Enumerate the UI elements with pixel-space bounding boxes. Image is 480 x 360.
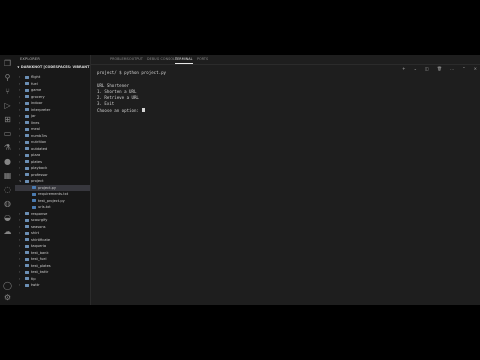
chevron-up-icon[interactable]: ⌃ bbox=[462, 64, 465, 73]
plus-icon[interactable]: + bbox=[402, 64, 405, 73]
folder-icon bbox=[25, 134, 29, 138]
folder-icon bbox=[25, 88, 29, 92]
close-icon[interactable]: × bbox=[474, 64, 477, 73]
folder-icon bbox=[25, 257, 29, 261]
tab-terminal[interactable]: TERMINAL bbox=[175, 55, 193, 64]
source-control-icon[interactable]: ⑂ bbox=[3, 87, 12, 96]
terminal-line: project/ $ python project.py bbox=[97, 70, 167, 75]
folder-icon bbox=[25, 101, 29, 105]
ducky-icon[interactable]: ◒ bbox=[3, 213, 12, 222]
files-icon[interactable]: ❐ bbox=[3, 59, 12, 68]
folder-icon bbox=[25, 277, 29, 281]
folder-icon bbox=[25, 225, 29, 229]
folder-icon bbox=[25, 179, 29, 183]
folder-icon bbox=[25, 238, 29, 242]
folder-icon bbox=[25, 231, 29, 235]
file-icon bbox=[32, 186, 36, 190]
folder-icon bbox=[25, 121, 29, 125]
folder-icon bbox=[25, 270, 29, 274]
folder-icon bbox=[25, 114, 29, 118]
chat-icon[interactable]: ◌ bbox=[3, 185, 12, 194]
folder-icon bbox=[25, 75, 29, 79]
folder-icon bbox=[25, 244, 29, 248]
docker-icon[interactable]: ▦ bbox=[3, 171, 12, 180]
folder-icon bbox=[25, 95, 29, 99]
account-icon[interactable]: ◯ bbox=[3, 281, 12, 290]
chevron-down-icon[interactable]: ⌄ bbox=[414, 64, 417, 73]
terminal-line: Choose an option: bbox=[97, 107, 166, 114]
trash-icon[interactable]: 🗑 bbox=[437, 64, 442, 73]
folder-icon bbox=[25, 218, 29, 222]
folder-icon bbox=[25, 108, 29, 112]
ellipsis-icon[interactable]: … bbox=[450, 64, 454, 73]
file-tree: › flight › fuel › game › grocery › indoor › interpr… bbox=[15, 74, 90, 289]
folder-icon bbox=[25, 140, 29, 144]
workspace-header[interactable]: ∨ DARKKNOT [CODESPACES: VIBRANT M... bbox=[15, 64, 90, 71]
folder-icon bbox=[25, 147, 29, 151]
folder-icon bbox=[25, 160, 29, 164]
ide-window: ❐ ⚲ ⑂ ▷ ⊞ ▭ ⚗ ● ▦ ◌ ◍ ◒ ☁ ◯ ⚙ EXPLORER ∨… bbox=[0, 55, 480, 305]
run-debug-icon[interactable]: ▷ bbox=[3, 101, 12, 110]
cloud-icon[interactable]: ☁ bbox=[3, 227, 12, 236]
split-icon[interactable]: ◫ bbox=[425, 64, 429, 73]
folder-icon bbox=[25, 82, 29, 86]
folder-icon bbox=[25, 127, 29, 131]
folder-icon bbox=[25, 264, 29, 268]
extensions-icon[interactable]: ⊞ bbox=[3, 115, 12, 124]
gear-icon[interactable]: ⚙ bbox=[3, 293, 12, 302]
github-icon[interactable]: ● bbox=[3, 157, 12, 166]
explorer-title: EXPLORER bbox=[20, 57, 40, 61]
panel-actions: + ⌄ ◫ 🗑 … ⌃ × bbox=[399, 55, 477, 71]
chevron-right-icon: › bbox=[19, 283, 21, 287]
tab-output[interactable]: OUTPUT bbox=[129, 55, 143, 64]
file-icon bbox=[32, 192, 36, 196]
activity-bar: ❐ ⚲ ⑂ ▷ ⊞ ▭ ⚗ ● ▦ ◌ ◍ ◒ ☁ ◯ ⚙ bbox=[0, 55, 16, 305]
file-icon bbox=[32, 205, 36, 209]
folder-icon bbox=[25, 166, 29, 170]
tab-ports[interactable]: PORTS bbox=[197, 55, 208, 64]
folder-icon bbox=[25, 212, 29, 216]
copilot-icon[interactable]: ◍ bbox=[3, 199, 12, 208]
tree-item-label: twttr bbox=[31, 283, 40, 287]
remote-explorer-icon[interactable]: ▭ bbox=[3, 129, 12, 138]
panel-area: PROBLEMS OUTPUT DEBUG CONSOLE TERMINAL P… bbox=[91, 55, 480, 305]
terminal-cursor bbox=[142, 107, 145, 113]
tree-folder[interactable]: › twttr bbox=[15, 282, 90, 289]
folder-icon bbox=[25, 251, 29, 255]
tab-debug-console[interactable]: DEBUG CONSOLE bbox=[147, 55, 177, 64]
terminal-output[interactable]: project/ $ python project.py URL Shortene… bbox=[97, 70, 166, 114]
file-icon bbox=[32, 199, 36, 203]
folder-icon bbox=[25, 283, 29, 287]
folder-icon bbox=[25, 173, 29, 177]
testing-icon[interactable]: ⚗ bbox=[3, 143, 12, 152]
tab-problems[interactable]: PROBLEMS bbox=[110, 55, 129, 64]
panel-tabs: PROBLEMS OUTPUT DEBUG CONSOLE TERMINAL P… bbox=[91, 55, 480, 71]
folder-icon bbox=[25, 153, 29, 157]
search-icon[interactable]: ⚲ bbox=[3, 73, 12, 82]
explorer-sidebar: EXPLORER ∨ DARKKNOT [CODESPACES: VIBRANT… bbox=[15, 55, 91, 305]
